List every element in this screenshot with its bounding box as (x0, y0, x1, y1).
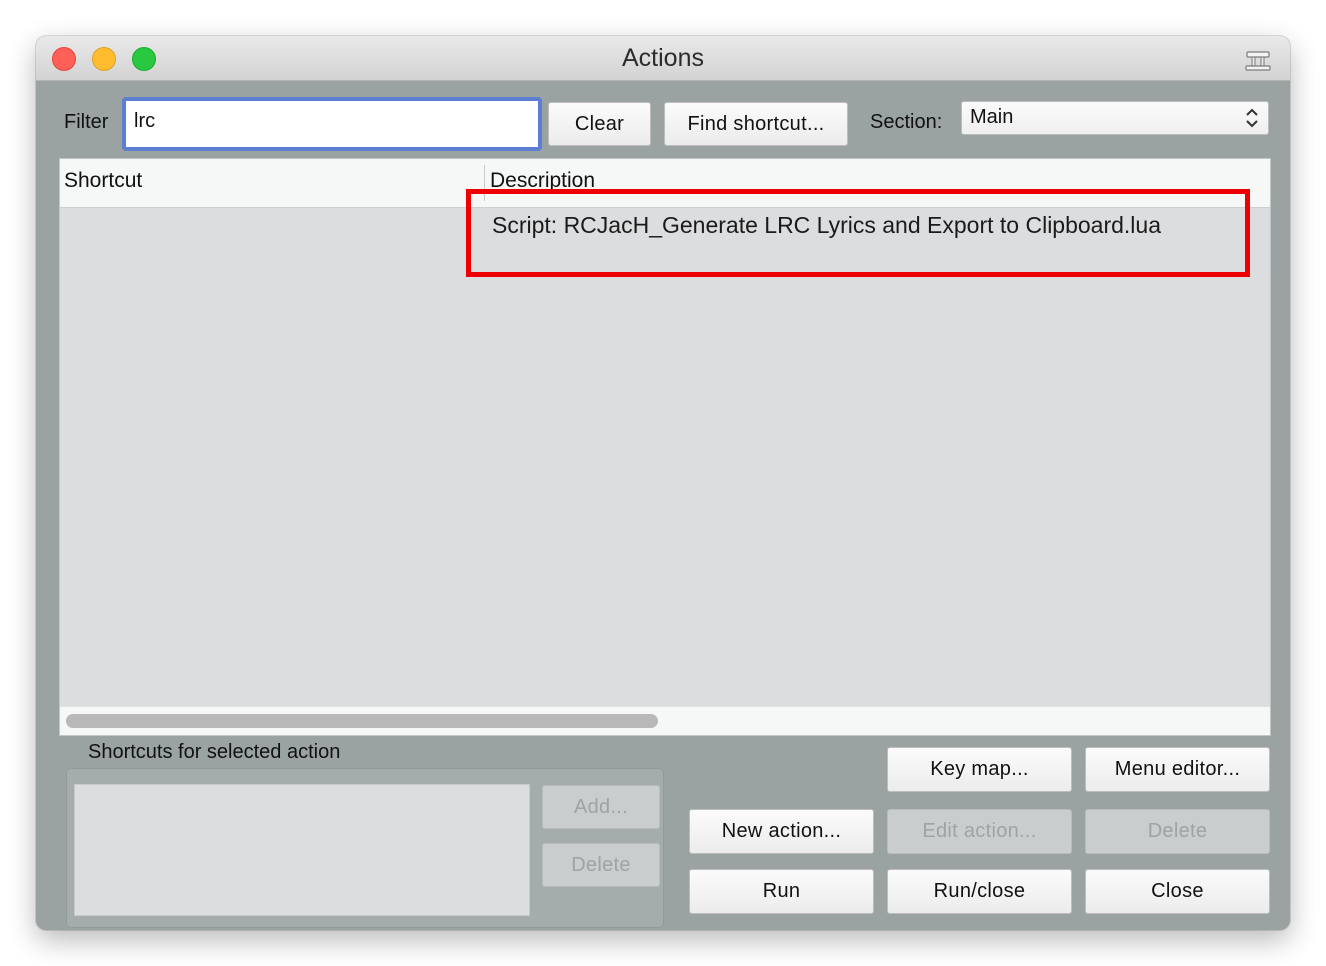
horizontal-scrollbar[interactable] (60, 706, 1270, 735)
actions-window: Actions Filter lrc Clear Find shortcut..… (36, 36, 1290, 930)
pin-icon[interactable] (1244, 50, 1272, 72)
shortcuts-panel-title: Shortcuts for selected action (88, 741, 341, 763)
scrollbar-thumb[interactable] (66, 714, 658, 728)
filter-input-value: lrc (134, 110, 156, 132)
filter-label: Filter (64, 111, 109, 133)
section-select[interactable]: Main (961, 101, 1269, 135)
highlight-annotation-box (466, 189, 1250, 277)
shortcuts-list[interactable] (74, 784, 530, 916)
shortcuts-panel: Add... Delete (66, 768, 664, 928)
run-close-button[interactable]: Run/close (887, 869, 1072, 914)
close-button[interactable]: Close (1085, 869, 1270, 914)
menu-editor-button[interactable]: Menu editor... (1085, 747, 1270, 792)
delete-shortcut-button[interactable]: Delete (542, 843, 660, 887)
actions-list[interactable]: Shortcut Description Script: RCJacH_Gene… (59, 158, 1271, 736)
column-header-shortcut[interactable]: Shortcut (64, 169, 142, 193)
section-label: Section: (870, 111, 943, 133)
key-map-button[interactable]: Key map... (887, 747, 1072, 792)
window-title: Actions (622, 44, 704, 72)
chevron-up-down-icon (1246, 108, 1258, 128)
edit-action-button[interactable]: Edit action... (887, 809, 1072, 854)
title-bar[interactable]: Actions (36, 36, 1290, 81)
run-button[interactable]: Run (689, 869, 874, 914)
filter-input[interactable]: lrc (122, 97, 542, 151)
new-action-button[interactable]: New action... (689, 809, 874, 854)
add-shortcut-button[interactable]: Add... (542, 785, 660, 829)
section-select-value: Main (970, 106, 1014, 128)
find-shortcut-button[interactable]: Find shortcut... (664, 102, 848, 146)
clear-button[interactable]: Clear (548, 102, 651, 146)
delete-action-button[interactable]: Delete (1085, 809, 1270, 854)
